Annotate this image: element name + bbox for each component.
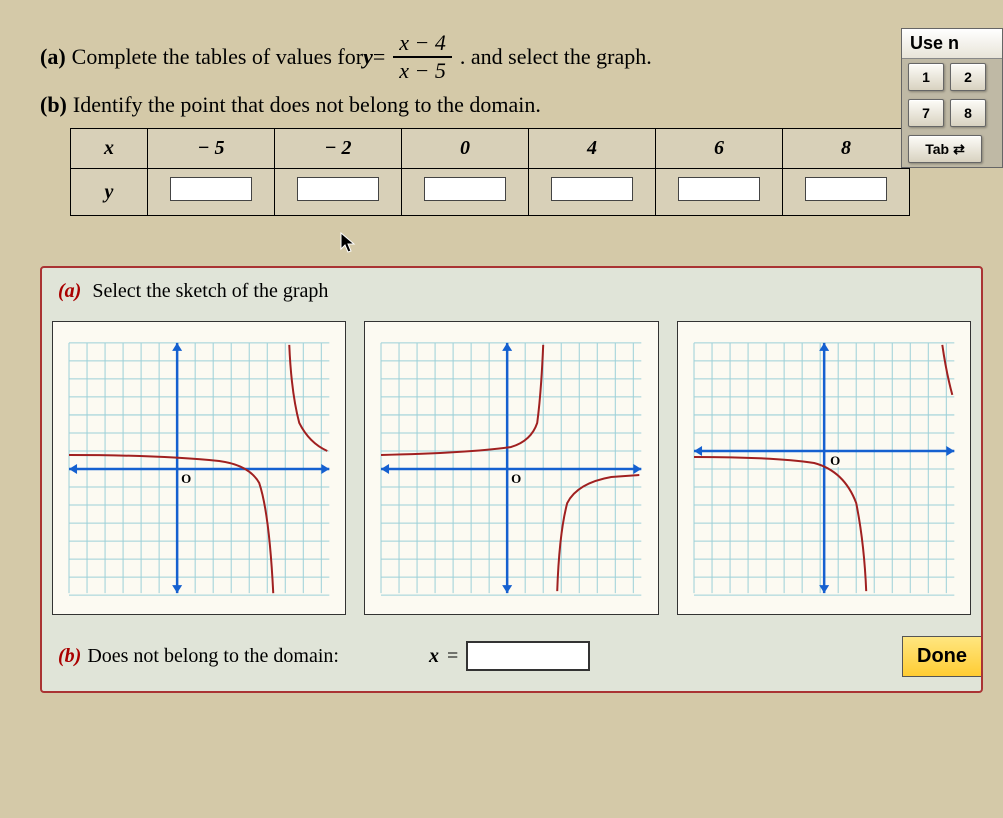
domain-input[interactable] <box>466 641 590 671</box>
label-a: (a) <box>40 44 66 70</box>
graph-option-2[interactable]: O <box>364 321 658 615</box>
table-row-y: y <box>71 169 910 216</box>
x-cell: 0 <box>402 129 529 169</box>
row-header-x: x <box>71 129 148 169</box>
key-7[interactable]: 7 <box>908 99 944 127</box>
y-input-2[interactable] <box>424 177 506 201</box>
answer-panel: (a) Select the sketch of the graph <box>40 266 983 693</box>
question-b: (b) Identify the point that does not bel… <box>40 92 983 118</box>
table-row-x: x − 5 − 2 0 4 6 8 <box>71 129 910 169</box>
x-cell: 6 <box>656 129 783 169</box>
graphs-row: O <box>42 315 981 621</box>
graph-option-1[interactable]: O <box>52 321 346 615</box>
y-input-5[interactable] <box>805 177 887 201</box>
y-input-4[interactable] <box>678 177 760 201</box>
question-a: (a) Complete the tables of values for y … <box>40 30 983 84</box>
values-table: x − 5 − 2 0 4 6 8 y <box>70 128 910 216</box>
svg-text:O: O <box>511 471 521 486</box>
y-input-0[interactable] <box>170 177 252 201</box>
key-1[interactable]: 1 <box>908 63 944 91</box>
done-button[interactable]: Done <box>902 636 981 677</box>
key-2[interactable]: 2 <box>950 63 986 91</box>
x-cell: − 5 <box>148 129 275 169</box>
tab-arrows-icon: ⇄ <box>953 136 965 162</box>
keypad: Use n 1 2 7 8 Tab ⇄ <box>901 28 1003 168</box>
x-cell: 4 <box>529 129 656 169</box>
graph-option-3[interactable]: O <box>677 321 971 615</box>
panel-header-a: (a) Select the sketch of the graph <box>42 268 981 315</box>
x-cell: 8 <box>783 129 910 169</box>
keypad-title: Use n <box>902 29 1002 59</box>
key-8[interactable]: 8 <box>950 99 986 127</box>
x-cell: − 2 <box>275 129 402 169</box>
row-header-y: y <box>71 169 148 216</box>
key-tab[interactable]: Tab ⇄ <box>908 135 982 163</box>
domain-row: (b) Does not belong to the domain: x = D… <box>42 621 981 691</box>
svg-text:O: O <box>181 471 191 486</box>
label-b: (b) <box>40 92 67 118</box>
svg-text:O: O <box>830 453 840 468</box>
y-input-1[interactable] <box>297 177 379 201</box>
y-input-3[interactable] <box>551 177 633 201</box>
fraction: x − 4 x − 5 <box>393 30 452 84</box>
